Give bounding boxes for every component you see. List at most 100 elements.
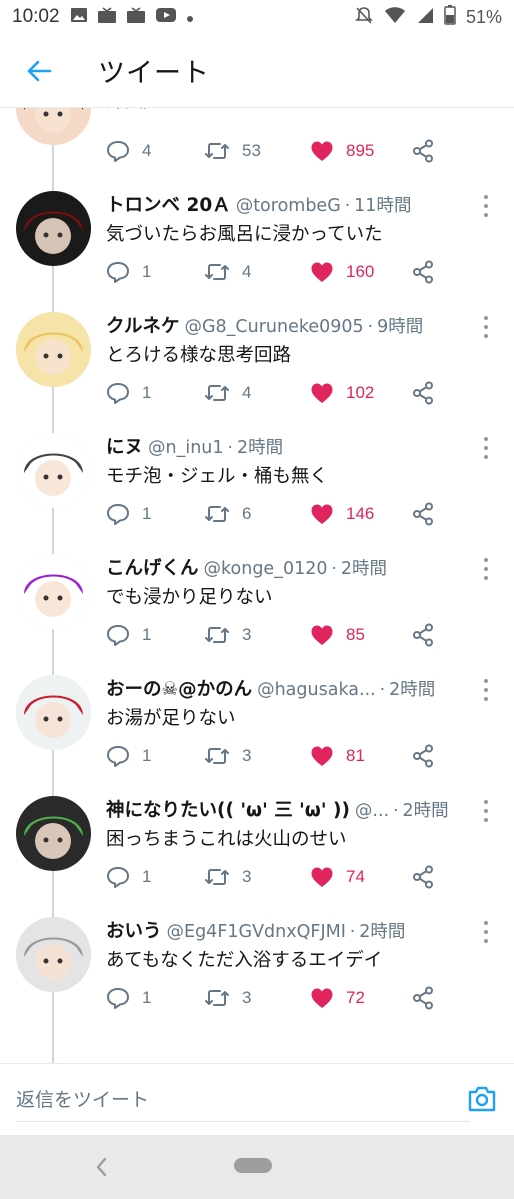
tweet-author-name[interactable]: トロンベ 20Ａ [106,191,231,217]
avatar[interactable] [16,554,91,629]
tweet-author-handle[interactable]: @n_inu1 [148,438,224,458]
share-button[interactable] [412,620,434,650]
tweet-author-name[interactable]: クルネケ [106,312,179,338]
reply-button[interactable]: 1 [106,620,151,650]
tweet-timestamp[interactable]: 2時間 [403,797,449,822]
like-button[interactable]: 146 [310,499,374,529]
like-button[interactable]: 85 [310,620,365,650]
like-button[interactable]: 72 [310,983,365,1013]
retweet-button[interactable]: 3 [204,983,251,1013]
reply-input[interactable]: 返信をツイート [16,1078,470,1122]
share-button[interactable] [412,983,434,1013]
separator-dot: · [393,801,399,821]
tweet-item[interactable]: クルネケ @G8_Curuneke0905 · 9時間 とろける様な思考回路 1 4 102 [0,302,514,423]
more-options-button[interactable] [478,921,494,943]
share-button[interactable] [412,862,434,892]
like-button[interactable]: 160 [310,257,374,287]
retweet-button[interactable]: 4 [204,378,251,408]
tweet-author-handle[interactable]: @hagusaka... [257,680,376,700]
reply-button[interactable]: 1 [106,741,151,771]
tweet-timestamp[interactable]: 11時間 [354,192,411,217]
tweet-timestamp[interactable]: 2時間 [341,555,387,580]
reply-button[interactable]: 1 [106,378,151,408]
tweet-author-name[interactable]: にヌ [106,433,143,459]
share-button[interactable] [412,136,434,166]
like-button[interactable]: 895 [310,136,374,166]
retweet-button[interactable]: 4 [204,257,251,287]
avatar[interactable] [16,917,91,992]
camera-icon [468,1086,496,1112]
retweet-count: 3 [242,746,252,765]
tweet-timestamp[interactable]: 2時間 [359,918,405,943]
nav-back-button[interactable] [90,1155,114,1179]
reply-button[interactable]: 4 [106,136,151,166]
share-button[interactable] [412,499,434,529]
tweet-author-name[interactable]: おーの☠@かのん [106,675,252,701]
back-button[interactable] [4,36,74,106]
like-count: 895 [346,141,375,160]
reply-icon [107,504,129,525]
avatar[interactable] [16,312,91,387]
heart-icon [311,988,333,1008]
signal-icon [416,6,434,29]
retweet-button[interactable]: 3 [204,620,251,650]
reply-button[interactable]: 1 [106,257,151,287]
more-options-button[interactable] [478,437,494,459]
tweet-timestamp[interactable]: 9時間 [377,313,423,338]
share-button[interactable] [412,378,434,408]
mute-icon [354,5,374,30]
reply-button[interactable]: 1 [106,983,151,1013]
more-options-button[interactable] [478,316,494,338]
reply-timeline[interactable]: ちっちゃな頃から入湯せいって感じっすね（FF外失）453895トロンベ 20Ａ@… [0,108,514,1063]
tweet-item[interactable]: トロンベ 20Ａ @torombeG · 11時間 気づいたらお風呂に浸かっていた 1 4 1… [0,181,514,302]
tweet-author-handle[interactable]: @torombeG [236,196,341,216]
tweet-author-name[interactable]: おいう [106,917,162,943]
more-options-button[interactable] [478,800,494,822]
tweet-item[interactable]: おーの☠@かのん @hagusaka... · 2時間 お湯が足りない 1 3 81 [0,665,514,786]
retweet-icon [205,748,229,764]
retweet-button[interactable]: 3 [204,862,251,892]
tweet-timestamp[interactable]: 2時間 [237,434,283,459]
tweet-author-handle[interactable]: @Eg4F1GVdnxQFJMI [167,922,346,942]
tweet-item[interactable]: 神になりたい(( 'ω' 三 'ω' )) @... · 2時間 困っちまうこれは火山の… [0,786,514,907]
camera-button[interactable] [466,1084,498,1116]
tweet-author-name[interactable]: こんげくん [106,554,199,580]
tweet-actions: 1 4 160 [106,257,446,287]
tweet-author-handle[interactable]: @konge_0120 [204,559,328,579]
tweet-actions: 1 3 81 [106,741,446,771]
like-button[interactable]: 102 [310,378,374,408]
share-button[interactable] [412,257,434,287]
like-button[interactable]: 81 [310,741,365,771]
share-button[interactable] [412,741,434,771]
status-bar: 10:02 51% [0,0,514,34]
avatar[interactable] [16,675,91,750]
heart-icon [311,262,333,282]
separator-dot: · [227,438,233,458]
retweet-button[interactable]: 6 [204,499,251,529]
tweet-author-handle[interactable]: @... [355,801,389,821]
tweet-author-name[interactable]: 神になりたい(( 'ω' 三 'ω' )) [106,796,350,822]
avatar[interactable] [16,108,91,145]
like-count: 81 [346,746,365,765]
heart-icon [311,625,333,645]
separator-dot: · [349,922,356,942]
avatar[interactable] [16,433,91,508]
nav-home-pill[interactable] [234,1158,272,1173]
tweet-item[interactable]: にヌ @n_inu1 · 2時間 モチ泡・ジェル・桶も無く 1 6 146 [0,423,514,544]
more-options-button[interactable] [478,679,494,701]
tweet-author-handle[interactable]: @G8_Curuneke0905 [184,317,363,337]
like-button[interactable]: 74 [310,862,365,892]
avatar[interactable] [16,796,91,871]
more-options-button[interactable] [478,195,494,217]
tweet-item[interactable]: こんげくん @konge_0120 · 2時間 でも浸かり足りない 1 3 85 [0,544,514,665]
tweet-item[interactable]: ちっちゃな頃から入湯せいって感じっすね（FF外失） 4 53 895 [0,108,514,181]
avatar[interactable] [16,191,91,266]
more-options-button[interactable] [478,558,494,580]
tweet-item[interactable]: おいう @Eg4F1GVdnxQFJMI · 2時間 あてもなくただ入浴するエイデイ 1 3… [0,907,514,1028]
reply-button[interactable]: 1 [106,862,151,892]
retweet-button[interactable]: 3 [204,741,251,771]
youtube-icon [155,7,177,27]
tweet-timestamp[interactable]: 2時間 [389,676,435,701]
retweet-button[interactable]: 53 [204,136,261,166]
reply-button[interactable]: 1 [106,499,151,529]
